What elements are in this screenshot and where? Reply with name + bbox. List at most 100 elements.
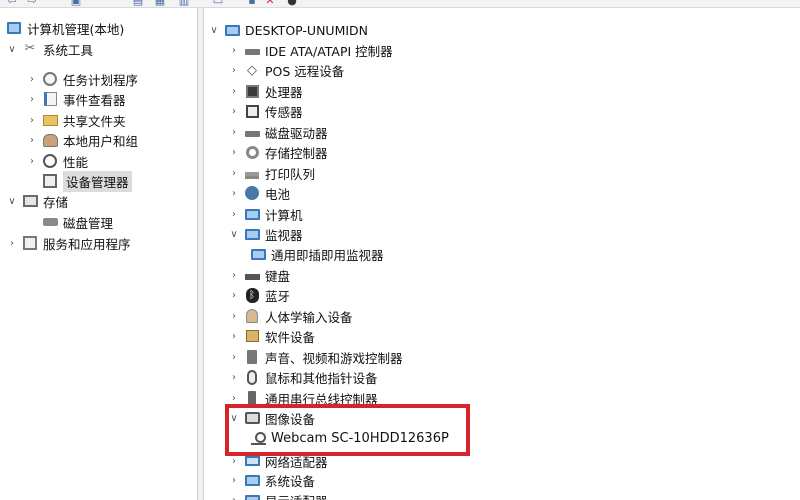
tree-item-disk-management[interactable]: 磁盘管理 — [26, 212, 113, 232]
device-category-label: 声音、视频和游戏控制器 — [265, 350, 403, 366]
chevron-right-icon[interactable]: › — [228, 127, 240, 138]
device-category-sensor[interactable]: › 传感器 — [228, 101, 303, 121]
tools-icon: ✂ — [24, 41, 36, 56]
device-manager-icon — [42, 173, 58, 189]
device-category-ide[interactable]: › IDE ATA/ATAPI 控制器 — [228, 40, 393, 60]
device-category-storage-controller[interactable]: › 存储控制器 — [228, 142, 328, 162]
chevron-right-icon[interactable]: › — [228, 290, 240, 301]
tree-item-label: 本地用户和组 — [63, 133, 139, 149]
device-category-label: 传感器 — [265, 104, 303, 120]
tree-item-services-apps[interactable]: › 服务和应用程序 — [6, 233, 131, 253]
help-icon[interactable]: ▦ — [152, 0, 168, 7]
device-category-keyboard[interactable]: › 键盘 — [228, 265, 290, 285]
device-category-bluetooth[interactable]: › ᛒ 蓝牙 — [228, 285, 290, 305]
tree-item-storage[interactable]: ∨ 存储 — [6, 191, 68, 211]
device-category-software[interactable]: › 软件设备 — [228, 326, 315, 346]
tree-item-event-viewer[interactable]: › 事件查看器 — [26, 89, 126, 109]
tree-item-system-tools[interactable]: ∨ ✂ 系统工具 — [6, 39, 93, 59]
chevron-down-icon[interactable]: ∨ — [208, 25, 220, 36]
device-category-label: 计算机 — [265, 207, 303, 223]
device-category-label: 软件设备 — [265, 329, 316, 345]
forward-arrow-icon[interactable]: ⇨ — [24, 0, 40, 7]
tree-item-label: 共享文件夹 — [63, 113, 126, 129]
chevron-right-icon[interactable]: › — [228, 106, 240, 117]
tree-item-task-scheduler[interactable]: › 任务计划程序 — [26, 69, 138, 89]
device-item-pnp-monitor[interactable]: 通用即插即用监视器 — [246, 244, 384, 264]
storage-icon — [22, 193, 38, 209]
chevron-right-icon[interactable]: › — [228, 188, 240, 199]
device-category-system[interactable]: › 系统设备 — [228, 470, 315, 490]
chevron-right-icon[interactable]: › — [228, 86, 240, 97]
chevron-right-icon[interactable]: › — [26, 156, 38, 167]
computer-icon — [224, 22, 240, 38]
chevron-right-icon[interactable]: › — [26, 135, 38, 146]
chevron-right-icon[interactable]: › — [228, 372, 240, 383]
event-log-icon — [42, 91, 58, 107]
chevron-right-icon[interactable]: › — [26, 94, 38, 105]
ide-controller-icon — [244, 42, 260, 58]
delete-icon[interactable]: ✕ — [262, 0, 278, 7]
speaker-icon — [244, 349, 260, 365]
computer-icon[interactable]: ▥ — [176, 0, 192, 7]
device-category-pos[interactable]: › ◇ POS 远程设备 — [228, 60, 344, 80]
device-category-print-queue[interactable]: › 打印队列 — [228, 163, 315, 183]
chevron-right-icon[interactable]: › — [228, 475, 240, 486]
device-category-disk-drive[interactable]: › 磁盘驱动器 — [228, 122, 328, 142]
keyboard-icon — [244, 267, 260, 283]
device-category-processor[interactable]: › 处理器 — [228, 81, 303, 101]
chevron-right-icon[interactable]: › — [228, 311, 240, 322]
chevron-right-icon[interactable]: › — [228, 495, 240, 500]
device-tree-root-label: DESKTOP-UNUMIDN — [245, 22, 369, 38]
device-category-battery[interactable]: › 电池 — [228, 183, 290, 203]
tree-root[interactable]: 计算机管理(本地) — [2, 18, 124, 38]
shared-folder-icon — [42, 112, 58, 128]
device-category-sound[interactable]: › 声音、视频和游戏控制器 — [228, 347, 403, 367]
display-adapter-icon — [244, 492, 260, 500]
printer-icon — [244, 165, 260, 181]
chevron-right-icon[interactable]: › — [228, 331, 240, 342]
chevron-right-icon[interactable]: › — [228, 352, 240, 363]
device-category-label: 系统设备 — [265, 473, 316, 489]
back-arrow-icon[interactable]: ⇦ — [4, 0, 20, 7]
chevron-down-icon[interactable]: ∨ — [6, 44, 18, 55]
device-category-mouse[interactable]: › 鼠标和其他指针设备 — [228, 367, 378, 387]
chevron-right-icon[interactable]: › — [228, 147, 240, 158]
chevron-right-icon[interactable]: › — [228, 168, 240, 179]
battery-icon — [244, 185, 260, 201]
chevron-down-icon[interactable]: ∨ — [6, 196, 18, 207]
navigation-tree: 计算机管理(本地) ∨ ✂ 系统工具 › 任务计划程序 › 事件查看器 › 共享… — [0, 8, 198, 500]
chevron-right-icon[interactable]: › — [228, 209, 240, 220]
device-category-hid[interactable]: › 人体学输入设备 — [228, 306, 353, 326]
enable-icon[interactable]: ▪ — [244, 0, 260, 7]
device-category-label: 蓝牙 — [265, 288, 291, 304]
tree-item-device-manager[interactable]: 设备管理器 — [26, 170, 132, 192]
properties-icon[interactable]: ▤ — [130, 0, 146, 7]
chevron-right-icon[interactable]: › — [26, 74, 38, 85]
device-category-computer[interactable]: › 计算机 — [228, 204, 303, 224]
device-category-monitor[interactable]: ∨ 监视器 — [228, 224, 302, 244]
tree-item-performance[interactable]: › 性能 — [26, 151, 88, 171]
chevron-right-icon[interactable]: › — [228, 45, 240, 56]
tree-item-label: 任务计划程序 — [63, 72, 139, 88]
services-icon — [22, 235, 38, 251]
chevron-right-icon[interactable]: › — [6, 238, 18, 249]
chevron-right-icon[interactable]: › — [228, 270, 240, 281]
tree-item-local-users[interactable]: › 本地用户和组 — [26, 130, 138, 150]
chevron-right-icon[interactable]: › — [228, 65, 240, 76]
tree-item-label: 存储 — [43, 194, 69, 210]
monitor-icon — [244, 226, 260, 242]
computer-icon — [244, 206, 260, 222]
device-category-display[interactable]: › 显示适配器 — [228, 490, 328, 500]
chevron-right-icon[interactable]: › — [228, 393, 240, 404]
chevron-right-icon[interactable]: › — [228, 456, 240, 467]
bluetooth-icon: ᛒ — [244, 287, 260, 303]
scan-icon[interactable]: ▭ — [210, 0, 226, 7]
device-tree-root[interactable]: ∨ DESKTOP-UNUMIDN — [208, 20, 368, 40]
chevron-right-icon[interactable]: › — [26, 115, 38, 126]
up-icon[interactable]: ▣ — [68, 0, 84, 7]
update-driver-icon[interactable]: ● — [284, 0, 300, 7]
tree-item-shared-folders[interactable]: › 共享文件夹 — [26, 110, 126, 130]
device-category-label: 处理器 — [265, 84, 303, 100]
software-device-icon — [244, 328, 260, 344]
chevron-down-icon[interactable]: ∨ — [228, 229, 240, 240]
